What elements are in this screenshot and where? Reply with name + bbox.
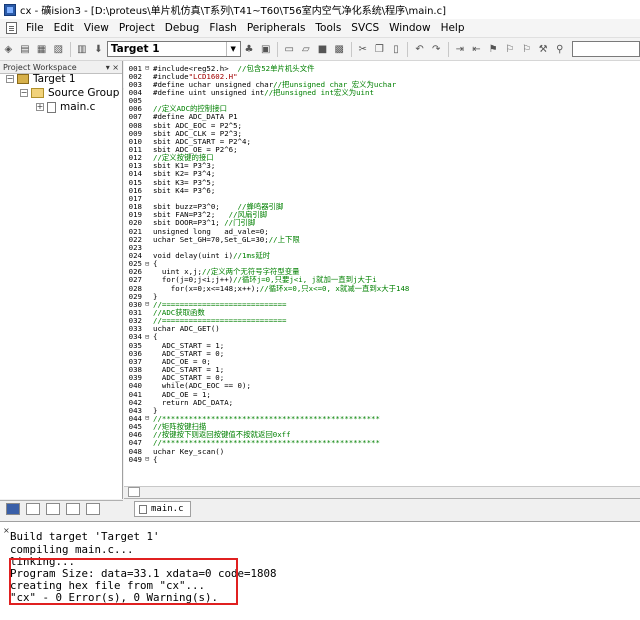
code-line[interactable]: 033 uchar ADC_GET() xyxy=(124,324,640,333)
cut-icon[interactable]: ✂ xyxy=(356,42,369,56)
tree-group-label: Source Group 1 xyxy=(48,87,130,99)
toolbar-separator xyxy=(407,41,409,57)
build-toolbar: ◈ ▤ ▦ ▧ ▥ ⬇ Target 1 ▼ ♣ ▣ ▭ ▱ ■ ▩ ✂ ❐ ▯… xyxy=(0,38,640,61)
panel-controls[interactable]: ▾ × xyxy=(106,63,119,72)
menu-help[interactable]: Help xyxy=(436,19,470,37)
menu-flash[interactable]: Flash xyxy=(204,19,242,37)
files-tab-icon[interactable] xyxy=(6,503,20,515)
manage-components-icon[interactable]: ▣ xyxy=(259,42,272,56)
rebuild-icon[interactable]: ▦ xyxy=(35,42,48,56)
window-title: cx - 礦ision3 - [D:\proteus\单片机仿真\T系列\T41… xyxy=(20,6,447,17)
menu-project[interactable]: Project xyxy=(114,19,160,37)
chevron-down-icon[interactable]: ▼ xyxy=(225,42,240,56)
toolbar-separator xyxy=(277,41,278,57)
save-icon[interactable]: ■ xyxy=(316,42,329,56)
find-input[interactable] xyxy=(572,41,640,57)
undo-icon[interactable]: ↶ xyxy=(413,42,426,56)
build-icon[interactable]: ▤ xyxy=(19,42,32,56)
menu-view[interactable]: View xyxy=(79,19,114,37)
menu-debug[interactable]: Debug xyxy=(160,19,205,37)
editor-horizontal-scrollbar[interactable] xyxy=(124,486,640,497)
menu-edit[interactable]: Edit xyxy=(49,19,79,37)
project-panel-title: Project Workspace xyxy=(3,62,77,72)
tree-target-label: Target 1 xyxy=(33,73,76,85)
fold-icon[interactable]: ⊟ xyxy=(145,64,153,72)
editor-tab-label: main.c xyxy=(151,504,184,514)
toolbar-separator xyxy=(69,41,71,57)
download-icon[interactable]: ⬇ xyxy=(92,42,105,56)
highlight-box xyxy=(9,558,238,605)
tab-main-c[interactable]: main.c xyxy=(134,501,191,517)
code-line[interactable]: 022 uchar Set_GH=70,Set_GL=30;//上下限 xyxy=(124,235,640,244)
code-line[interactable]: 048 uchar Key_scan() xyxy=(124,447,640,456)
file-icon xyxy=(47,101,56,113)
menu-peripherals[interactable]: Peripherals xyxy=(242,19,311,37)
target-icon xyxy=(17,74,29,84)
fold-icon[interactable]: ⊟ xyxy=(145,333,153,341)
prev-bookmark-icon[interactable]: ⚐ xyxy=(503,42,516,56)
regs-tab-icon[interactable] xyxy=(26,503,40,515)
code-editor[interactable]: 001 ⊟ #include<reg52.h> //包含52单片机头文件 002 #in… xyxy=(124,61,640,486)
toolbar-separator xyxy=(350,41,352,57)
folder-icon xyxy=(31,88,44,98)
menu-svcs[interactable]: SVCS xyxy=(346,19,384,37)
unindent-icon[interactable]: ⇤ xyxy=(470,42,483,56)
code-line[interactable]: 028 for(x=0;x<=148;x++);//循环x=0,只x<=0, x… xyxy=(124,284,640,293)
menu-tools[interactable]: Tools xyxy=(310,19,346,37)
editor-tab-bar: main.c xyxy=(124,498,640,517)
tree-item-file[interactable]: + main.c xyxy=(36,101,95,113)
paste-icon[interactable]: ▯ xyxy=(390,42,403,56)
target-options-icon[interactable]: ♣ xyxy=(243,42,256,56)
indent-icon[interactable]: ⇥ xyxy=(453,42,466,56)
title-bar: cx - 礦ision3 - [D:\proteus\单片机仿真\T系列\T41… xyxy=(0,0,640,20)
code-text: { xyxy=(153,454,158,464)
functions-tab-icon[interactable] xyxy=(66,503,80,515)
collapse-icon[interactable]: − xyxy=(6,75,14,83)
scroll-left-button[interactable] xyxy=(128,487,140,497)
next-bookmark-icon[interactable]: ⚐ xyxy=(520,42,533,56)
code-line[interactable]: 024 void delay(uint i)//1ms延时 xyxy=(124,251,640,260)
output-line: Build target 'Target 1' xyxy=(10,530,160,543)
find-in-files-icon[interactable]: ⚲ xyxy=(553,42,566,56)
stop-build-icon[interactable]: ▥ xyxy=(76,42,89,56)
document-icon[interactable] xyxy=(6,22,17,34)
tree-file-label: main.c xyxy=(60,101,96,113)
copy-icon[interactable]: ❐ xyxy=(373,42,386,56)
batch-build-icon[interactable]: ▧ xyxy=(52,42,65,56)
menu-bar: File Edit View Project Debug Flash Perip… xyxy=(0,19,640,38)
toolbar-separator xyxy=(447,41,449,57)
redo-icon[interactable]: ↷ xyxy=(430,42,443,56)
bookmark-icon[interactable]: ⚑ xyxy=(487,42,500,56)
save-all-icon[interactable]: ▩ xyxy=(333,42,346,56)
code-line[interactable]: 004 #define uint unsigned int//把unsigned … xyxy=(124,88,640,97)
open-file-icon[interactable]: ▱ xyxy=(300,42,313,56)
fold-icon[interactable]: ⊟ xyxy=(145,414,153,422)
uvision-app-icon xyxy=(4,3,16,16)
project-workspace-panel: Project Workspace ▾ × − Target 1 − Sourc… xyxy=(0,61,129,499)
code-line[interactable]: 049 ⊟{ xyxy=(124,454,640,464)
templates-tab-icon[interactable] xyxy=(86,503,100,515)
translate-icon[interactable]: ◈ xyxy=(2,42,15,56)
file-icon xyxy=(139,504,147,514)
menu-file[interactable]: File xyxy=(21,19,49,37)
fold-icon[interactable]: ⊟ xyxy=(145,455,153,463)
collapse-icon[interactable]: − xyxy=(20,89,28,97)
tree-item-group[interactable]: − Source Group 1 xyxy=(20,87,129,99)
target-select[interactable]: Target 1 ▼ xyxy=(106,41,241,57)
new-file-icon[interactable]: ▭ xyxy=(283,42,296,56)
clear-bookmarks-icon[interactable]: ⚒ xyxy=(537,42,550,56)
close-icon[interactable]: × xyxy=(3,526,10,535)
books-tab-icon[interactable] xyxy=(46,503,60,515)
menu-window[interactable]: Window xyxy=(384,19,435,37)
expand-icon[interactable]: + xyxy=(36,103,44,111)
fold-icon[interactable]: ⊟ xyxy=(145,300,153,308)
code-line[interactable]: 042 return ADC_DATA; xyxy=(124,398,640,407)
code-line[interactable]: 016 sbit K4= P3^6; xyxy=(124,186,640,195)
fold-icon[interactable]: ⊟ xyxy=(145,260,153,268)
target-select-value: Target 1 xyxy=(110,43,160,55)
tree-item-target[interactable]: − Target 1 xyxy=(6,73,76,85)
line-number: 049 xyxy=(128,454,142,464)
project-panel-tabs xyxy=(0,500,123,517)
